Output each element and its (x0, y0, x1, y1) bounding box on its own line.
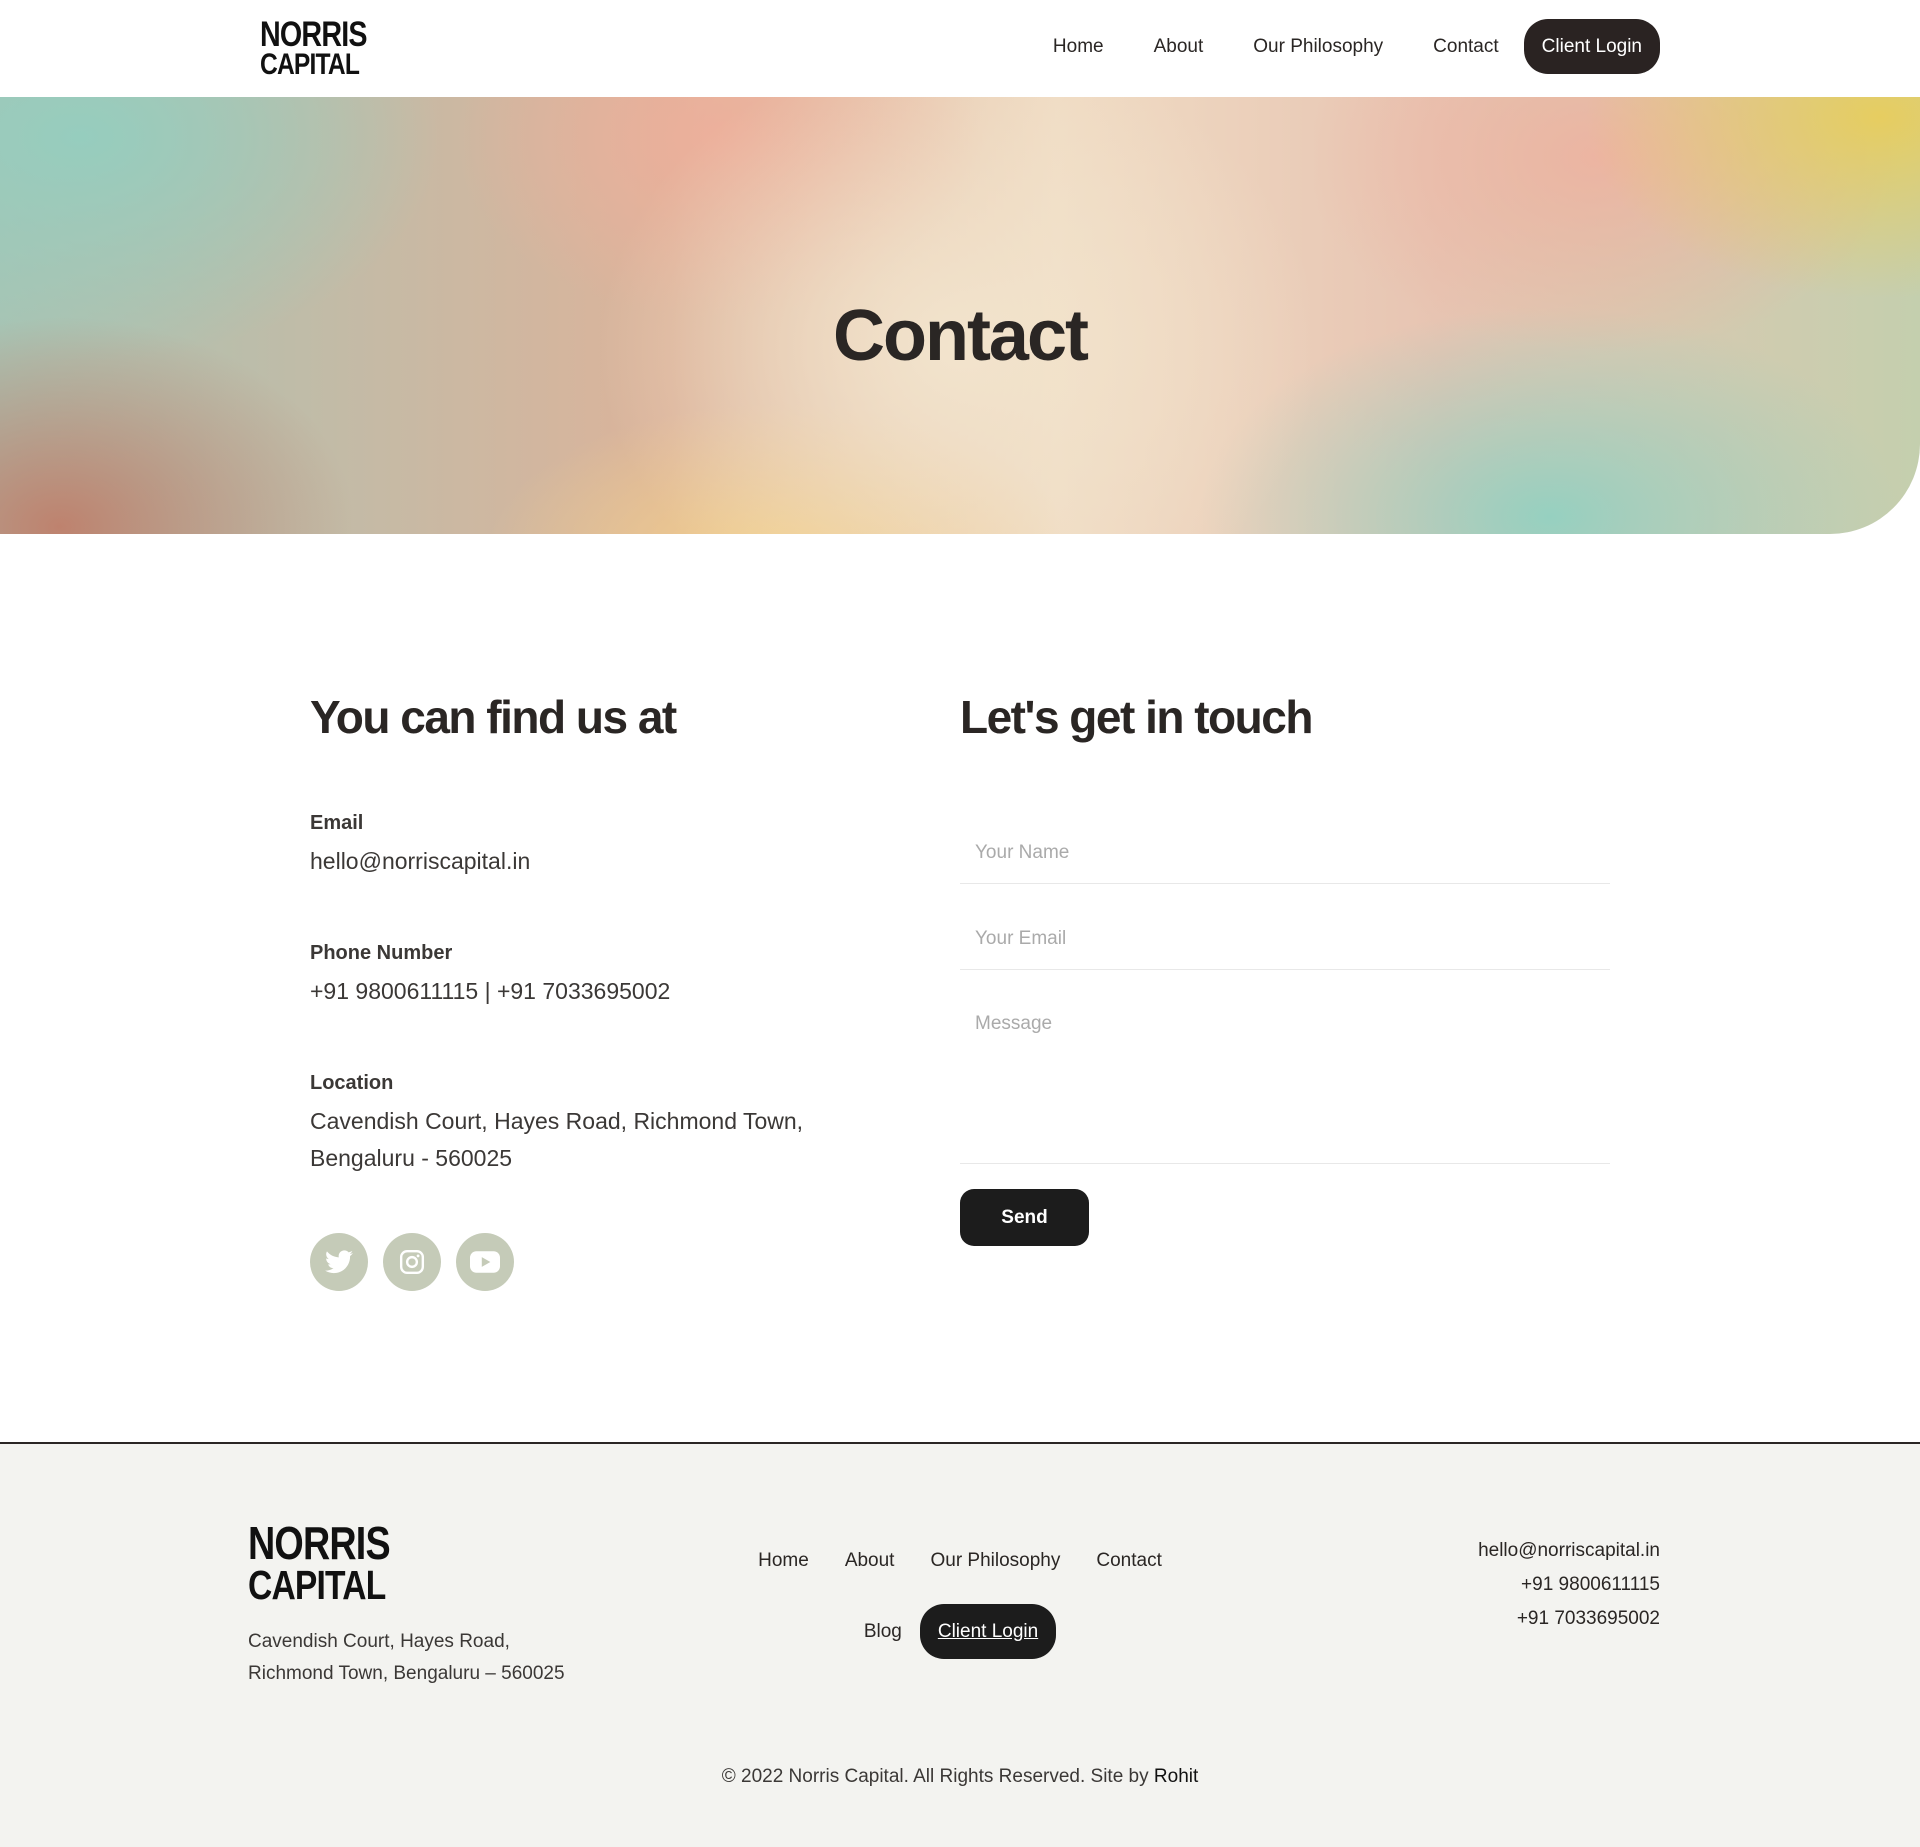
nav-home[interactable]: Home (1053, 36, 1104, 58)
footer-address-line2: Richmond Town, Bengaluru – 560025 (248, 1663, 565, 1684)
page-title: Contact (833, 296, 1089, 376)
email-input[interactable] (960, 912, 1610, 966)
contact-info: You can find us at Email hello@norriscap… (310, 690, 870, 1291)
footer-logo-line1: NORRIS (248, 1517, 391, 1569)
footer-email[interactable]: hello@norriscapital.in (1478, 1534, 1660, 1568)
youtube-icon (470, 1251, 500, 1273)
logo-line1: NORRIS (260, 15, 368, 54)
location-info: Location Cavendish Court, Hayes Road, Ri… (310, 1072, 870, 1177)
message-field-wrapper (960, 998, 1610, 1164)
send-button[interactable]: Send (960, 1189, 1089, 1246)
footer-logo-line2: CAPITAL (248, 1561, 386, 1608)
instagram-link[interactable] (383, 1233, 441, 1291)
twitter-link[interactable] (310, 1233, 368, 1291)
nav-our-philosophy[interactable]: Our Philosophy (1253, 36, 1383, 58)
brand-logo[interactable]: NORRIS CAPITAL (260, 15, 390, 82)
email-field-wrapper (960, 912, 1610, 970)
footer-nav-contact[interactable]: Contact (1096, 1550, 1161, 1572)
footer-nav-secondary: Blog Client Login (740, 1604, 1180, 1659)
get-in-touch-heading: Let's get in touch (960, 691, 1313, 743)
email-info: Email hello@norriscapital.in (310, 812, 530, 880)
logo-line2: CAPITAL (260, 48, 360, 82)
site-footer: NORRIS CAPITAL Cavendish Court, Hayes Ro… (0, 1442, 1920, 1847)
footer-phone1[interactable]: +91 9800611115 (1478, 1568, 1660, 1602)
name-input[interactable] (960, 826, 1610, 880)
name-field-wrapper (960, 826, 1610, 884)
copyright-text: © 2022 Norris Capital. All Rights Reserv… (721, 1766, 1149, 1787)
nav-contact[interactable]: Contact (1433, 36, 1498, 58)
email-label: Email (310, 812, 364, 834)
footer-address: Cavendish Court, Hayes Road, Richmond To… (248, 1626, 565, 1690)
contact-form: Let's get in touch Send (960, 690, 1610, 1246)
footer-contact: hello@norriscapital.in +91 9800611115 +9… (1478, 1534, 1660, 1636)
site-header: NORRIS CAPITAL Home About Our Philosophy… (0, 0, 1920, 97)
instagram-icon (399, 1249, 425, 1275)
footer-nav-blog[interactable]: Blog (864, 1621, 902, 1643)
twitter-icon (325, 1250, 353, 1274)
footer-client-login-button[interactable]: Client Login (919, 1604, 1057, 1659)
phone-label: Phone Number (310, 942, 453, 964)
email-value[interactable]: hello@norriscapital.in (310, 843, 530, 880)
copyright: © 2022 Norris Capital. All Rights Reserv… (0, 1766, 1920, 1788)
footer-nav: Home About Our Philosophy Contact (740, 1550, 1180, 1572)
phone-info: Phone Number +91 9800611115 | +91 703369… (310, 942, 670, 1010)
footer-phone2[interactable]: +91 7033695002 (1478, 1602, 1660, 1636)
hero-banner: Contact (0, 97, 1920, 534)
main-nav: Home About Our Philosophy Contact Client… (1053, 19, 1660, 74)
location-label: Location (310, 1072, 394, 1094)
nav-about[interactable]: About (1154, 36, 1204, 58)
footer-address-line1: Cavendish Court, Hayes Road, (248, 1631, 510, 1652)
footer-nav-our-philosophy[interactable]: Our Philosophy (930, 1550, 1060, 1572)
footer-nav-about[interactable]: About (845, 1550, 895, 1572)
location-line2: Bengaluru - 560025 (310, 1145, 513, 1171)
client-login-button[interactable]: Client Login (1523, 19, 1660, 74)
location-line1: Cavendish Court, Hayes Road, Richmond To… (310, 1108, 804, 1134)
social-links (310, 1233, 529, 1291)
site-by-link[interactable]: Rohit (1154, 1766, 1198, 1787)
find-us-heading: You can find us at (310, 691, 677, 743)
footer-logo[interactable]: NORRIS CAPITAL (248, 1517, 421, 1608)
footer-nav-home[interactable]: Home (758, 1550, 809, 1572)
youtube-link[interactable] (456, 1233, 514, 1291)
message-input[interactable] (960, 998, 1610, 1158)
phone-value[interactable]: +91 9800611115 | +91 7033695002 (310, 973, 670, 1010)
